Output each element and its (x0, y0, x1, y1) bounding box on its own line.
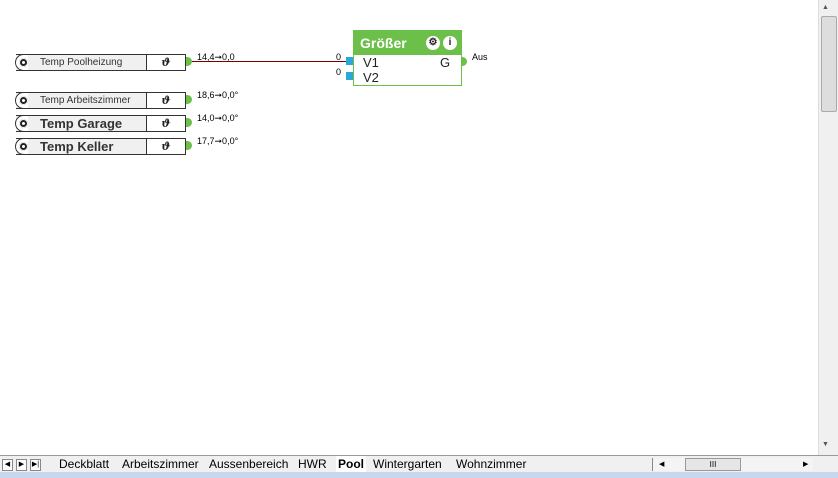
tab-arbeitszimmer[interactable]: Arbeitszimmer (122, 456, 199, 472)
input-temp-keller[interactable]: Temp Keller ϑ (15, 138, 186, 155)
temperature-icon: ϑ (146, 93, 185, 108)
status-strip (0, 472, 838, 478)
gear-icon[interactable] (19, 119, 28, 128)
logic-canvas[interactable]: Temp Poolheizung ϑ 14,4➞0,0 Temp Arbeits… (0, 0, 818, 455)
input-temp-arbeitszimmer[interactable]: Temp Arbeitszimmer ϑ (15, 92, 186, 109)
logic-block-groesser[interactable]: Größer ⚙ i V1 V2 G (353, 30, 462, 86)
scroll-right-icon[interactable]: ▶ (803, 458, 808, 471)
gear-icon[interactable] (19, 96, 28, 105)
input-label: Temp Poolheizung (40, 57, 123, 68)
tab-deckblatt[interactable]: Deckblatt (59, 456, 109, 472)
next-sheet-icon[interactable]: ▶ (16, 459, 27, 471)
input-label: Temp Garage (40, 116, 123, 131)
tab-wintergarten[interactable]: Wintergarten (373, 456, 442, 472)
temperature-icon: ϑ (146, 55, 185, 70)
temperature-icon: ϑ (146, 139, 185, 154)
horizontal-scrollbar[interactable]: ◀ III ▶ (652, 458, 813, 471)
sheet-tab-bar: ◀ ▶ ▶| Deckblatt Arbeitszimmer Aussenber… (0, 455, 838, 473)
input-cap (15, 54, 28, 71)
scroll-thumb[interactable] (821, 16, 837, 112)
gear-icon[interactable] (19, 142, 28, 151)
output-port[interactable] (186, 95, 192, 104)
input-temp-poolheizung[interactable]: Temp Poolheizung ϑ (15, 54, 186, 71)
temperature-icon: ϑ (146, 116, 185, 131)
v1-value: 0 (336, 52, 342, 62)
connection-wire[interactable] (192, 61, 350, 62)
input-value: 18,6➞0,0° (197, 90, 239, 100)
input-temp-garage[interactable]: Temp Garage ϑ (15, 115, 186, 132)
block-header: Größer ⚙ i (354, 31, 461, 55)
vertical-scrollbar[interactable]: ▲ ▼ (818, 0, 838, 455)
v2-value: 0 (336, 67, 342, 77)
output-port[interactable] (186, 118, 192, 127)
tab-hwr[interactable]: HWR (298, 456, 327, 472)
tab-wohnzimmer[interactable]: Wohnzimmer (456, 456, 526, 472)
input-label: Temp Keller (40, 139, 114, 154)
input-port-v2[interactable] (346, 72, 353, 80)
input-value: 17,7➞0,0° (197, 136, 239, 146)
last-sheet-icon[interactable]: ▶| (30, 459, 41, 471)
output-g-label: G (440, 55, 451, 70)
info-icon[interactable]: i (443, 36, 457, 50)
output-label: Aus (472, 52, 488, 62)
output-port-g[interactable] (461, 57, 467, 66)
scroll-left-icon[interactable]: ◀ (659, 458, 664, 471)
gear-icon[interactable] (19, 58, 28, 67)
input-cap (15, 115, 28, 132)
block-title: Größer (360, 35, 407, 51)
scroll-up-icon[interactable]: ▲ (822, 4, 829, 11)
scroll-down-icon[interactable]: ▼ (822, 441, 829, 448)
input-cap (15, 138, 28, 155)
tab-aussenbereich[interactable]: Aussenbereich (209, 456, 288, 472)
first-sheet-icon[interactable]: ◀ (2, 459, 13, 471)
hscroll-thumb[interactable]: III (685, 458, 741, 471)
input-label: Temp Arbeitszimmer (40, 95, 131, 106)
input-v2-label: V2 (363, 70, 379, 85)
tab-pool[interactable]: Pool (336, 456, 366, 472)
input-value: 14,0➞0,0° (197, 113, 239, 123)
output-port[interactable] (186, 141, 192, 150)
input-v1-label: V1 (363, 55, 379, 70)
input-cap (15, 92, 28, 109)
gear-icon[interactable]: ⚙ (426, 36, 440, 50)
input-port-v1[interactable] (346, 57, 353, 65)
